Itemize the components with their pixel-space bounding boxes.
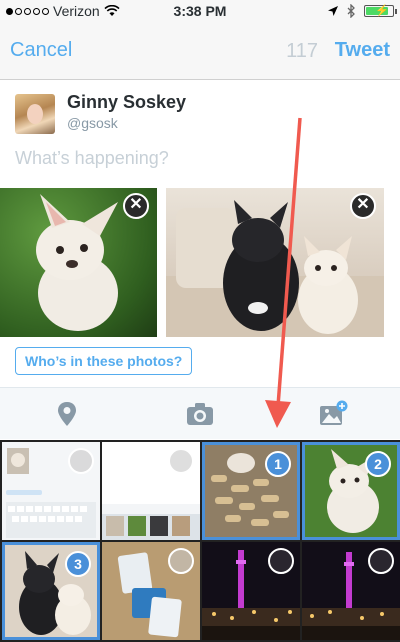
cancel-button[interactable]: Cancel	[10, 39, 72, 62]
status-bar: Verizon 3:38 PM ⚡	[0, 0, 400, 22]
select-circle-icon[interactable]	[168, 448, 194, 474]
select-circle-icon[interactable]	[168, 548, 194, 574]
media-toolbar	[0, 387, 400, 439]
gallery-thumbnail-cards[interactable]	[102, 542, 200, 640]
gallery-thumbnail-selected-1[interactable]: 1	[202, 442, 300, 540]
remove-photo-2-button[interactable]: ✕	[350, 193, 376, 219]
selection-badge-2: 2	[365, 451, 391, 477]
battery-icon: ⚡	[364, 5, 397, 17]
gallery-thumbnail-selected-3[interactable]: 3	[2, 542, 100, 640]
gallery-thumbnail-city-2[interactable]	[302, 542, 400, 640]
add-photo-icon[interactable]	[318, 400, 348, 428]
location-arrow-icon	[328, 6, 338, 16]
select-circle-icon[interactable]	[268, 548, 294, 574]
character-counter: 117	[286, 40, 318, 62]
tag-people-button[interactable]: Who’s in these photos?	[15, 347, 193, 375]
gallery-thumbnail-city-1[interactable]	[202, 542, 300, 640]
select-circle-icon[interactable]	[68, 448, 94, 474]
camera-icon[interactable]	[185, 400, 215, 428]
selection-badge-3: 3	[65, 551, 91, 577]
gallery-thumbnail-screenshot-1[interactable]	[2, 442, 100, 540]
status-right: ⚡	[327, 4, 397, 18]
location-pin-icon[interactable]	[52, 400, 82, 428]
compose-nav-bar: Cancel 117 Tweet	[0, 22, 400, 80]
tweet-button[interactable]: Tweet	[335, 39, 390, 62]
selection-badge-1: 1	[265, 451, 291, 477]
tweet-text-input[interactable]	[15, 148, 345, 169]
gallery-thumbnail-screenshot-2[interactable]	[102, 442, 200, 540]
avatar	[15, 94, 55, 134]
photo-gallery-grid: 1 2 3	[0, 440, 400, 642]
remove-photo-1-button[interactable]: ✕	[123, 193, 149, 219]
user-name: Ginny Soskey	[67, 92, 187, 112]
bluetooth-icon	[347, 4, 355, 18]
gallery-thumbnail-selected-2[interactable]: 2	[302, 442, 400, 540]
select-circle-icon[interactable]	[368, 548, 394, 574]
user-handle: @gsosk	[67, 115, 118, 131]
